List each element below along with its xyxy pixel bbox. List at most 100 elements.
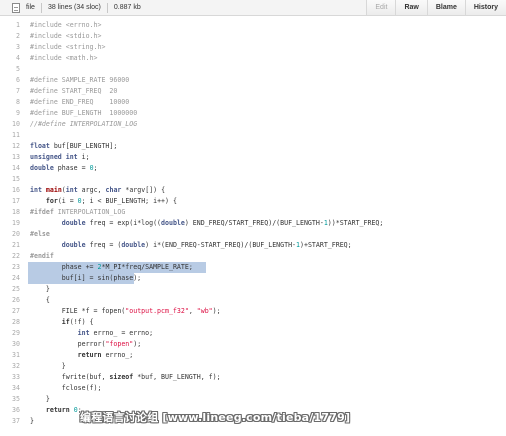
code-text: #define SAMPLE_RATE 96000: [30, 75, 129, 86]
code-token: #include <errno.h>: [30, 21, 102, 29]
line-number[interactable]: 5: [0, 64, 20, 75]
line-number[interactable]: 19: [0, 218, 20, 229]
line-number[interactable]: 30: [0, 339, 20, 350]
code-token: for: [45, 197, 58, 205]
line-number[interactable]: 7: [0, 86, 20, 97]
code-token: #define BUF_LENGTH 1000000: [30, 109, 138, 117]
code-token: #define SAMPLE_RATE 96000: [30, 76, 130, 84]
code-text: perror("fopen");: [30, 339, 142, 350]
edit-button[interactable]: Edit: [366, 0, 396, 15]
line-number[interactable]: 31: [0, 350, 20, 361]
code-text: }: [30, 394, 50, 405]
raw-button[interactable]: Raw: [395, 0, 427, 15]
code-token: *argv[]) {: [121, 186, 166, 194]
line-number[interactable]: 28: [0, 317, 20, 328]
line-number[interactable]: 25: [0, 284, 20, 295]
line-number[interactable]: 8: [0, 97, 20, 108]
file-header-bar: file 38 lines (34 sloc) 0.887 kb Edit Ra…: [0, 0, 506, 16]
line-number[interactable]: 37: [0, 416, 20, 427]
code-line: 32 }: [0, 361, 506, 372]
code-token: freq = exp(i*log((: [85, 219, 162, 227]
code-text: phase += 2*M_PI*freq/SAMPLE_RATE;: [30, 262, 193, 273]
code-token: #define END_FREQ 10000: [30, 98, 130, 106]
line-number[interactable]: 3: [0, 42, 20, 53]
line-number[interactable]: 22: [0, 251, 20, 262]
file-type-label: file: [26, 4, 35, 11]
code-line: 16 int main(int argc, char *argv[]) {: [0, 185, 506, 196]
line-number[interactable]: 20: [0, 229, 20, 240]
code-line: 7 #define START_FREQ 20: [0, 86, 506, 97]
code-token: double: [161, 219, 185, 227]
line-number[interactable]: 16: [0, 185, 20, 196]
code-token: *M_PI*freq/SAMPLE_RATE;: [101, 263, 193, 271]
code-token: int: [65, 186, 78, 194]
code-token: }: [30, 395, 50, 403]
line-number[interactable]: 27: [0, 306, 20, 317]
line-number[interactable]: 34: [0, 383, 20, 394]
code-text: }: [30, 361, 66, 372]
line-number[interactable]: 4: [0, 53, 20, 64]
code-line: 35 }: [0, 394, 506, 405]
line-number[interactable]: 26: [0, 295, 20, 306]
code-token: #else: [30, 230, 50, 238]
code-line: 31 return errno_;: [0, 350, 506, 361]
code-token: errno_ = errno;: [89, 329, 154, 337]
code-token: perror(: [30, 340, 106, 348]
line-number[interactable]: 33: [0, 372, 20, 383]
code-text: #define START_FREQ 20: [30, 86, 117, 97]
line-number[interactable]: 17: [0, 196, 20, 207]
code-line: 14 double phase = 0;: [0, 163, 506, 174]
code-token: ) END_FREQ/START_FREQ)/(BUF_LENGTH-: [184, 219, 324, 227]
line-number[interactable]: 2: [0, 31, 20, 42]
line-number[interactable]: 21: [0, 240, 20, 251]
code-line: 22 #endif: [0, 251, 506, 262]
code-token: errno_;: [101, 351, 134, 359]
code-text: #include <stdio.h>: [30, 31, 101, 42]
code-token: double: [61, 219, 86, 227]
line-number[interactable]: 35: [0, 394, 20, 405]
code-text: #define END_FREQ 10000: [30, 97, 129, 108]
line-number[interactable]: 24: [0, 273, 20, 284]
code-line: 4 #include <math.h>: [0, 53, 506, 64]
line-number[interactable]: 10: [0, 119, 20, 130]
code-token: #ifdef: [30, 208, 54, 216]
line-number[interactable]: 18: [0, 207, 20, 218]
code-token: int: [77, 329, 90, 337]
code-token: return: [45, 406, 70, 414]
code-text: return errno_;: [30, 350, 134, 361]
blame-button[interactable]: Blame: [426, 0, 465, 15]
code-token: *buf, BUF_LENGTH, f);: [133, 373, 221, 381]
line-number[interactable]: 13: [0, 152, 20, 163]
history-button[interactable]: History: [464, 0, 506, 15]
code-token: sizeof: [109, 373, 134, 381]
code-line: 23 phase += 2*M_PI*freq/SAMPLE_RATE;: [0, 262, 506, 273]
code-text: }: [30, 284, 50, 295]
meta-divider: [106, 2, 108, 13]
code-line: 12 float buf[BUF_LENGTH];: [0, 141, 506, 152]
line-number[interactable]: 23: [0, 262, 20, 273]
line-number[interactable]: 6: [0, 75, 20, 86]
file-size: 0.887 kb: [113, 4, 141, 11]
file-actions: Edit Raw Blame History: [366, 0, 506, 15]
code-text: for(i = 0; i < BUF_LENGTH; i++) {: [30, 196, 177, 207]
line-number[interactable]: 15: [0, 174, 20, 185]
code-text: fclose(f);: [30, 383, 102, 394]
line-number[interactable]: 11: [0, 130, 20, 141]
line-number[interactable]: 12: [0, 141, 20, 152]
code-token: return: [77, 351, 102, 359]
line-number[interactable]: 14: [0, 163, 20, 174]
line-number[interactable]: 36: [0, 405, 20, 416]
code-token: ; i < BUF_LENGTH; i++) {: [81, 197, 177, 205]
line-number[interactable]: 1: [0, 20, 20, 31]
meta-divider: [40, 2, 42, 13]
code-token: "wb": [196, 307, 213, 315]
line-number[interactable]: 29: [0, 328, 20, 339]
code-text: #else: [30, 229, 50, 240]
line-number[interactable]: 9: [0, 108, 20, 119]
code-line: 25 }: [0, 284, 506, 295]
line-number[interactable]: 32: [0, 361, 20, 372]
code-token: buf[i] = sin(phase);: [30, 274, 142, 282]
code-text: #endif: [30, 251, 54, 262]
